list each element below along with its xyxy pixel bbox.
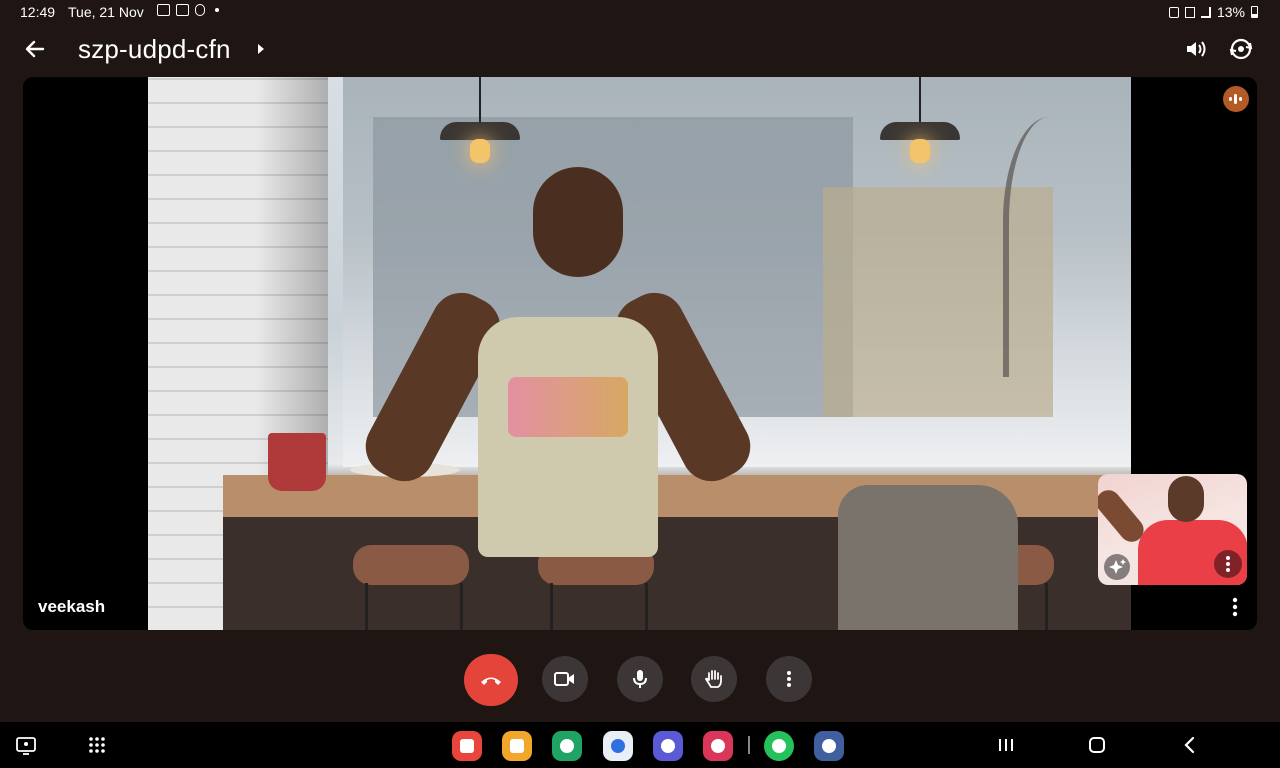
end-call-button[interactable] xyxy=(464,654,518,706)
switch-camera-icon[interactable] xyxy=(1226,34,1256,64)
system-indicators: 13% xyxy=(1168,4,1258,20)
caret-right-icon[interactable] xyxy=(258,44,264,54)
microphone-icon xyxy=(633,670,647,688)
status-date: Tue, 21 Nov xyxy=(68,4,144,20)
meeting-code-title[interactable]: szp-udpd-cfn xyxy=(78,34,231,65)
background-tree xyxy=(1003,117,1119,377)
phone-app-icon[interactable] xyxy=(552,731,582,761)
settings-app-icon[interactable] xyxy=(814,731,844,761)
gallery-notification-icon xyxy=(157,4,170,16)
sparkle-effects-icon[interactable] xyxy=(1104,554,1130,580)
self-view-tile[interactable] xyxy=(1098,474,1247,585)
main-video-tile[interactable]: veekash xyxy=(23,77,1257,630)
participant-name: veekash xyxy=(38,597,106,616)
bulb-notification-icon xyxy=(195,4,205,16)
pendant-lamp xyxy=(880,77,960,163)
self-head xyxy=(1168,476,1204,522)
messages-app-icon[interactable] xyxy=(603,731,633,761)
status-time: 12:49 xyxy=(20,4,56,20)
camera-button[interactable] xyxy=(542,656,588,702)
remote-video-feed xyxy=(148,77,1131,630)
my-files-app-icon[interactable] xyxy=(502,731,532,761)
folded-blanket xyxy=(838,485,1018,630)
data-icon xyxy=(1184,6,1195,18)
alarm-icon xyxy=(1168,6,1179,18)
notification-icons xyxy=(157,4,219,16)
raise-hand-button[interactable] xyxy=(691,656,737,702)
camera-app-icon[interactable] xyxy=(703,731,733,761)
screen-assistant-icon[interactable] xyxy=(13,732,39,758)
participant-person xyxy=(355,167,761,630)
recent-apps-icon[interactable] xyxy=(993,732,1019,758)
phone-hangup-icon xyxy=(481,677,501,685)
home-icon[interactable] xyxy=(1084,732,1110,758)
more-vertical-icon[interactable] xyxy=(1225,595,1245,619)
navigation-bar xyxy=(0,722,1280,768)
battery-icon xyxy=(1251,6,1258,18)
audio-activity-icon xyxy=(1223,86,1249,112)
video-camera-icon xyxy=(554,672,574,686)
photo-notification-icon xyxy=(176,4,189,16)
back-arrow-icon[interactable] xyxy=(22,36,48,62)
samsung-notes-app-icon[interactable] xyxy=(452,731,482,761)
pendant-lamp xyxy=(440,77,520,163)
more-vertical-icon xyxy=(787,671,791,687)
status-bar: 12:49 Tue, 21 Nov 13% xyxy=(0,0,1280,24)
more-notifications-dot-icon xyxy=(215,8,219,12)
taskbar-divider xyxy=(748,736,750,754)
app-drawer-grid-icon[interactable] xyxy=(84,732,110,758)
microphone-button[interactable] xyxy=(617,656,663,702)
hand-icon xyxy=(704,670,722,688)
internet-app-icon[interactable] xyxy=(653,731,683,761)
red-mug xyxy=(268,433,326,491)
self-more-options-icon[interactable] xyxy=(1214,550,1242,578)
speaker-volume-icon[interactable] xyxy=(1181,34,1211,64)
signal-icon xyxy=(1200,6,1211,18)
nav-back-icon[interactable] xyxy=(1177,732,1203,758)
more-options-button[interactable] xyxy=(766,656,812,702)
whatsapp-app-icon[interactable] xyxy=(764,731,794,761)
battery-percent: 13% xyxy=(1216,4,1245,20)
